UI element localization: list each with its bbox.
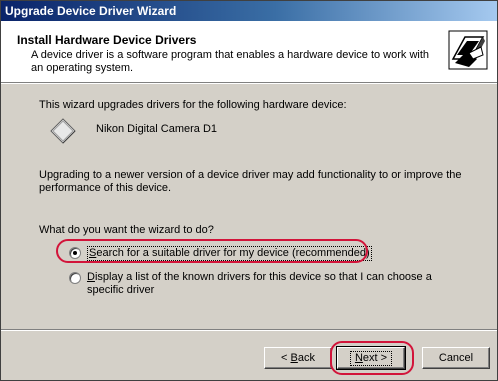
back-button[interactable]: < Back (264, 347, 332, 369)
intro-text: This wizard upgrades drivers for the fol… (39, 99, 347, 111)
wizard-content: This wizard upgrades drivers for the fol… (1, 84, 497, 329)
device-name: Nikon Digital Camera D1 (96, 123, 218, 135)
radio-label-list[interactable]: Display a list of the known drivers for … (87, 271, 467, 297)
title-bar[interactable]: Upgrade Device Driver Wizard (1, 1, 497, 21)
radio-button-list[interactable] (69, 272, 81, 284)
page-subtitle: A device driver is a software program th… (31, 49, 430, 74)
radio-list-option[interactable]: Display a list of the known drivers for … (69, 271, 469, 297)
wizard-window: Upgrade Device Driver Wizard Install Har… (0, 0, 498, 381)
device-diamond-icon (50, 118, 76, 144)
hardware-wizard-icon (448, 30, 488, 70)
upgrade-note: Upgrading to a newer version of a device… (39, 169, 462, 194)
page-title: Install Hardware Device Drivers (17, 33, 197, 47)
wizard-header: Install Hardware Device Drivers A device… (1, 21, 497, 83)
radio-search-option[interactable]: Search for a suitable driver for my devi… (69, 246, 372, 261)
radio-button-search[interactable] (69, 247, 81, 259)
radio-label-search[interactable]: Search for a suitable driver for my devi… (87, 246, 372, 261)
window-title: Upgrade Device Driver Wizard (5, 4, 177, 18)
footer-divider-light (1, 330, 497, 331)
next-button[interactable]: Next > (336, 346, 406, 370)
cancel-button[interactable]: Cancel (422, 347, 490, 369)
question-text: What do you want the wizard to do? (39, 224, 214, 236)
